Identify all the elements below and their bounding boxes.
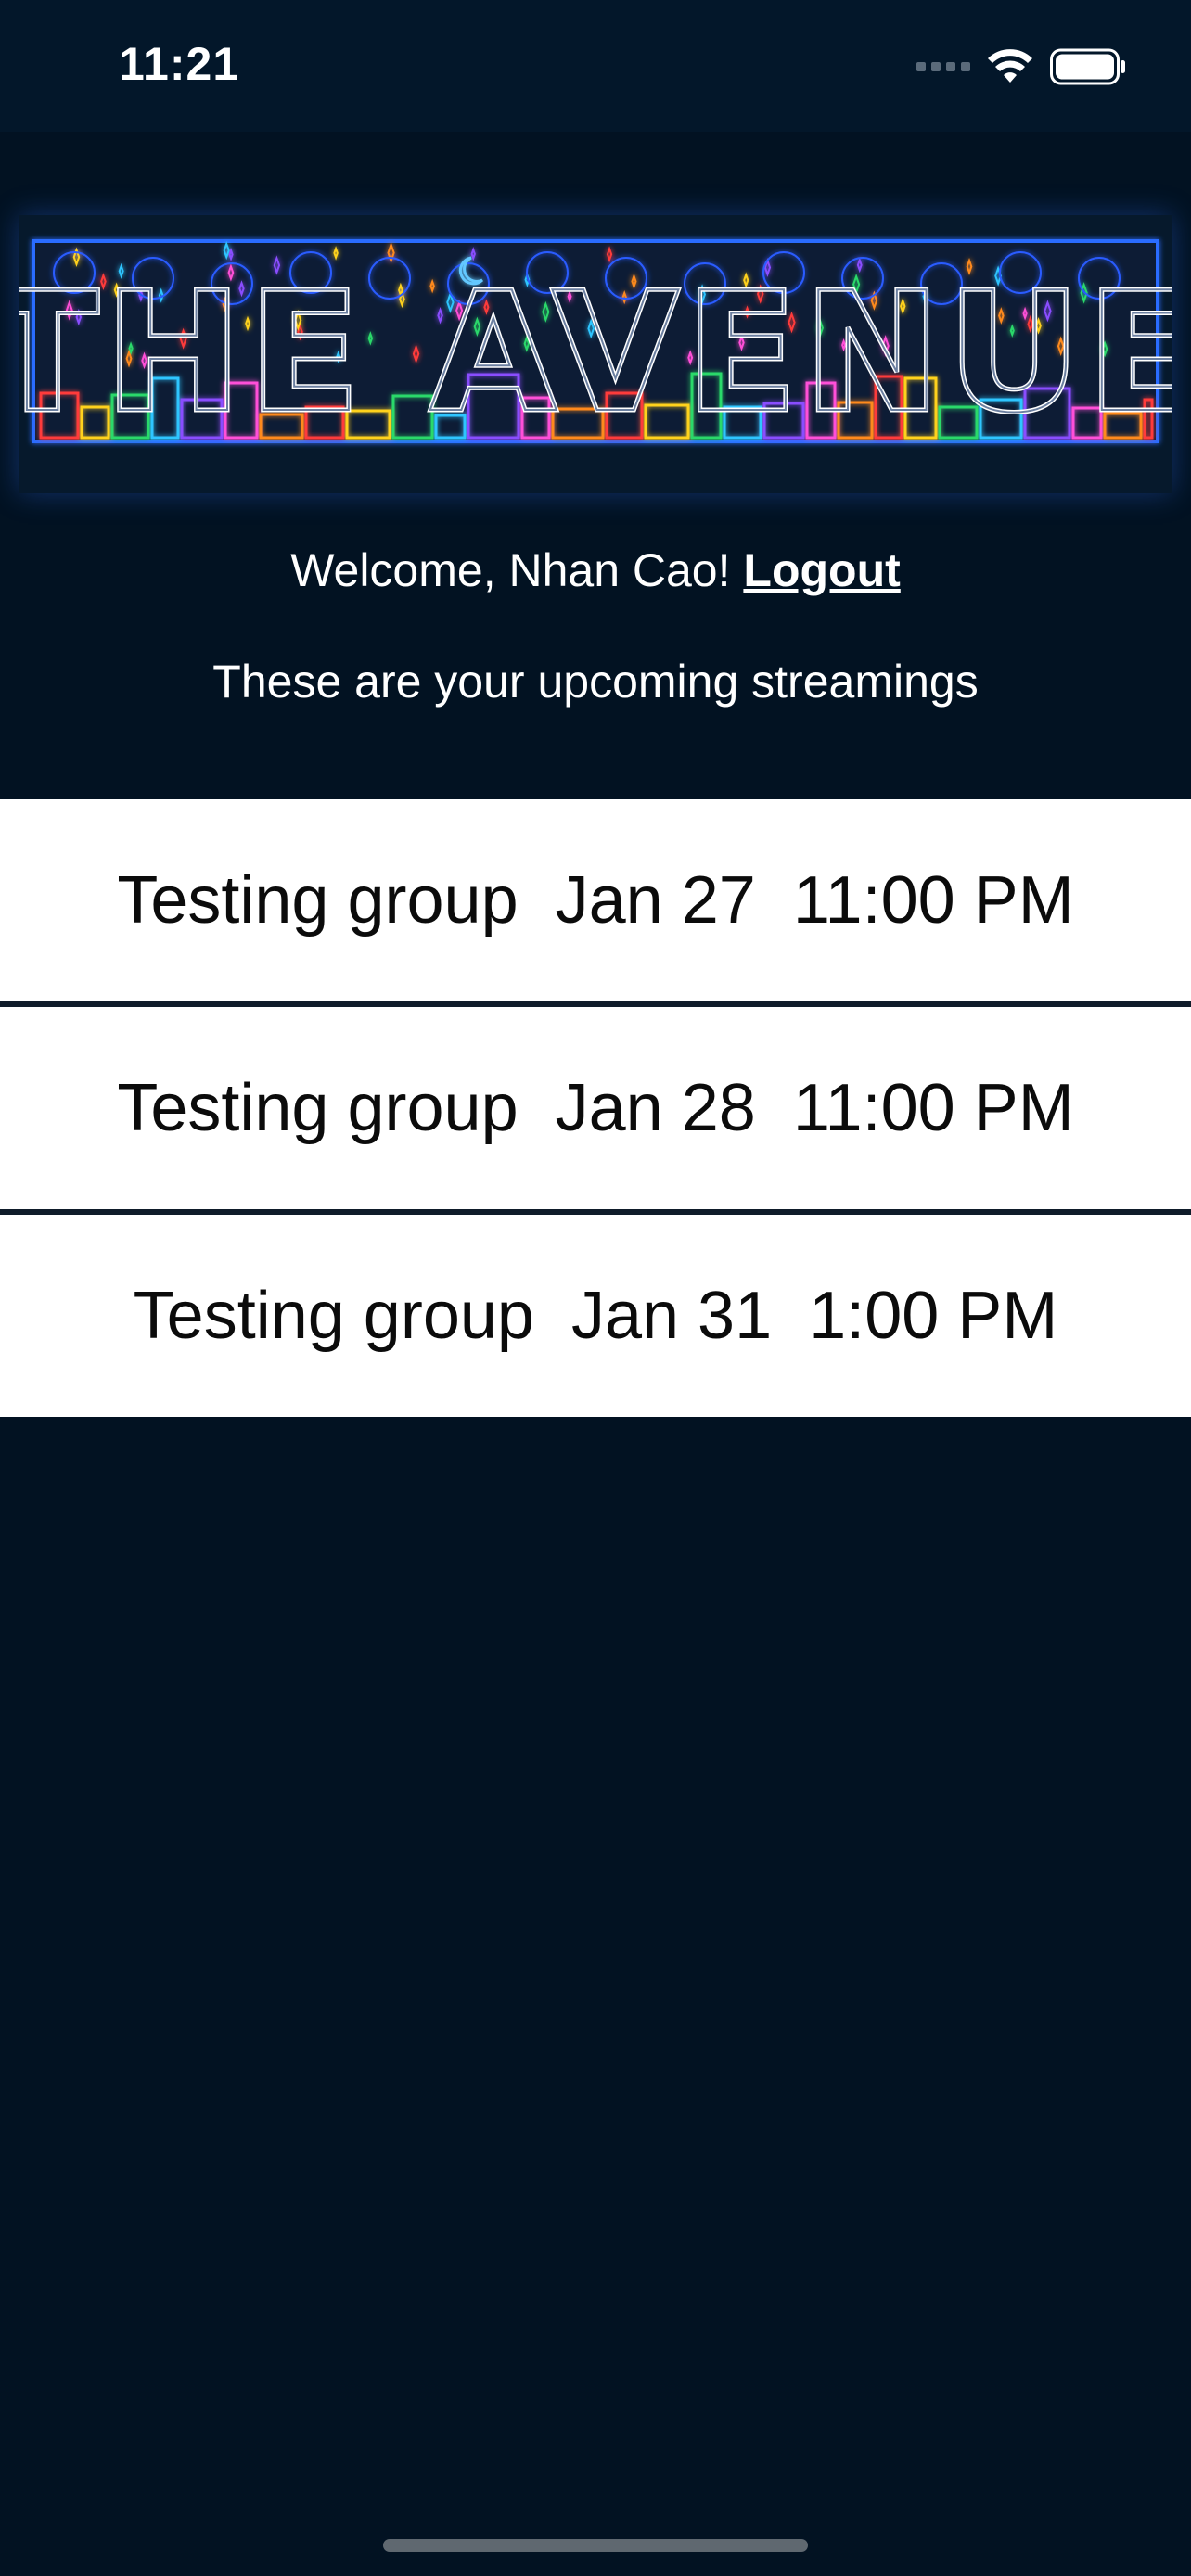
streaming-time: 11:00 PM — [792, 1071, 1074, 1145]
welcome-message: Welcome, Nhan Cao! Logout — [0, 543, 1191, 597]
logo-text-inner-line: THE AVENUE — [19, 257, 1172, 449]
streaming-date: Jan 27 — [555, 863, 756, 937]
status-icons — [916, 48, 1126, 85]
battery-icon — [1050, 48, 1125, 85]
home-indicator[interactable] — [383, 2539, 808, 2552]
streaming-time: 1:00 PM — [809, 1279, 1058, 1353]
status-time: 11:21 — [119, 38, 240, 90]
streaming-group: Testing group — [117, 863, 519, 937]
welcome-text: Welcome, Nhan Cao! — [290, 544, 744, 596]
streaming-group: Testing group — [133, 1279, 534, 1353]
banner: THE AVENUE THE AVENUE — [19, 215, 1172, 493]
the-avenue-logo: THE AVENUE THE AVENUE — [19, 239, 1172, 452]
streamings-list: Testing group Jan 27 11:00 PM Testing gr… — [0, 799, 1191, 1417]
status-bar: 11:21 — [0, 0, 1191, 132]
streaming-group: Testing group — [117, 1071, 519, 1145]
streaming-item[interactable]: Testing group Jan 31 1:00 PM — [0, 1215, 1191, 1417]
streaming-item[interactable]: Testing group Jan 28 11:00 PM — [0, 1007, 1191, 1209]
logout-link[interactable]: Logout — [743, 544, 900, 596]
streaming-item[interactable]: Testing group Jan 27 11:00 PM — [0, 799, 1191, 1001]
streaming-date: Jan 28 — [555, 1071, 756, 1145]
page-subtitle: These are your upcoming streamings — [212, 656, 979, 708]
cellular-signal-icon — [916, 62, 970, 71]
streaming-date: Jan 31 — [570, 1279, 773, 1353]
streaming-time: 11:00 PM — [792, 863, 1074, 937]
wifi-icon — [988, 49, 1032, 83]
